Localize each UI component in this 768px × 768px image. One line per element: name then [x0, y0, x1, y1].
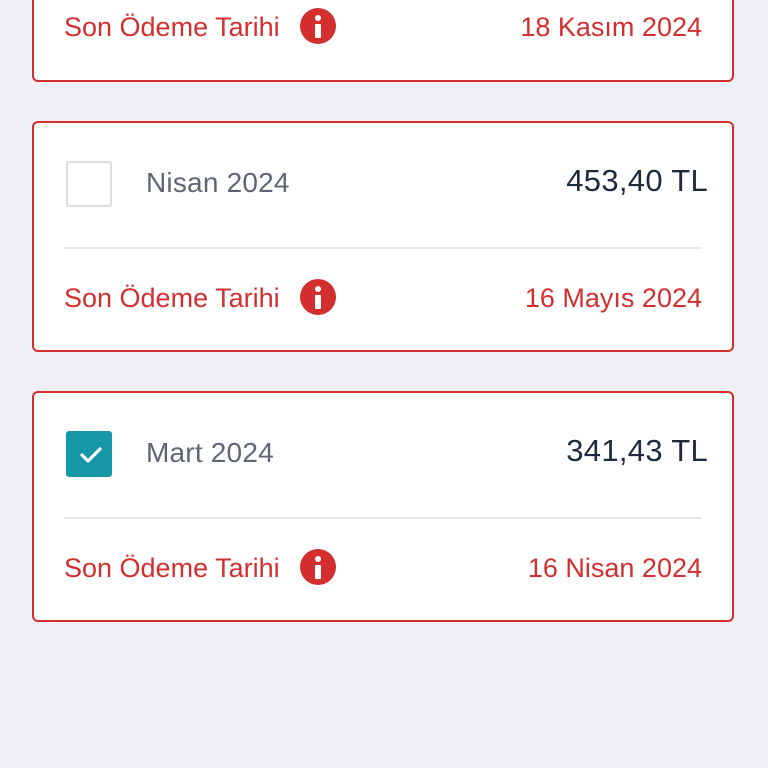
- due-date-label: Son Ödeme Tarihi: [64, 283, 280, 313]
- due-date-value: 16 Mayıs 2024: [524, 283, 702, 313]
- info-icon[interactable]: [300, 549, 336, 585]
- invoice-checkbox[interactable]: [66, 431, 112, 477]
- due-date-row: Son Ödeme Tarihi 18 Kasım 2024: [34, 0, 732, 58]
- invoice-card: Nisan 2024 453,40 TL Son Ödeme Tarihi 16…: [32, 121, 734, 352]
- invoice-amount: 453,40 TL: [566, 163, 708, 198]
- due-date-label: Son Ödeme Tarihi: [64, 12, 280, 42]
- divider: [64, 247, 702, 249]
- due-date-row: Son Ödeme Tarihi 16 Nisan 2024: [34, 539, 732, 599]
- invoice-period: Mart 2024: [146, 437, 274, 468]
- invoice-amount: 341,43 TL: [566, 433, 708, 468]
- invoice-row[interactable]: Mart 2024 341,43 TL: [34, 393, 732, 517]
- divider: [64, 517, 702, 519]
- checkmark-icon: [80, 447, 102, 463]
- invoice-row[interactable]: Nisan 2024 453,40 TL: [34, 123, 732, 247]
- due-date-row: Son Ödeme Tarihi 16 Mayıs 2024: [34, 269, 732, 329]
- due-date-value: 18 Kasım 2024: [520, 12, 702, 42]
- invoice-card: Son Ödeme Tarihi 18 Kasım 2024: [32, 0, 734, 82]
- due-date-value: 16 Nisan 2024: [527, 553, 702, 583]
- invoice-checkbox[interactable]: [66, 161, 112, 207]
- info-icon[interactable]: [300, 279, 336, 315]
- invoice-card: Mart 2024 341,43 TL Son Ödeme Tarihi 16 …: [32, 391, 734, 622]
- invoice-period: Nisan 2024: [146, 167, 290, 198]
- due-date-label: Son Ödeme Tarihi: [64, 553, 280, 583]
- info-icon[interactable]: [300, 8, 336, 44]
